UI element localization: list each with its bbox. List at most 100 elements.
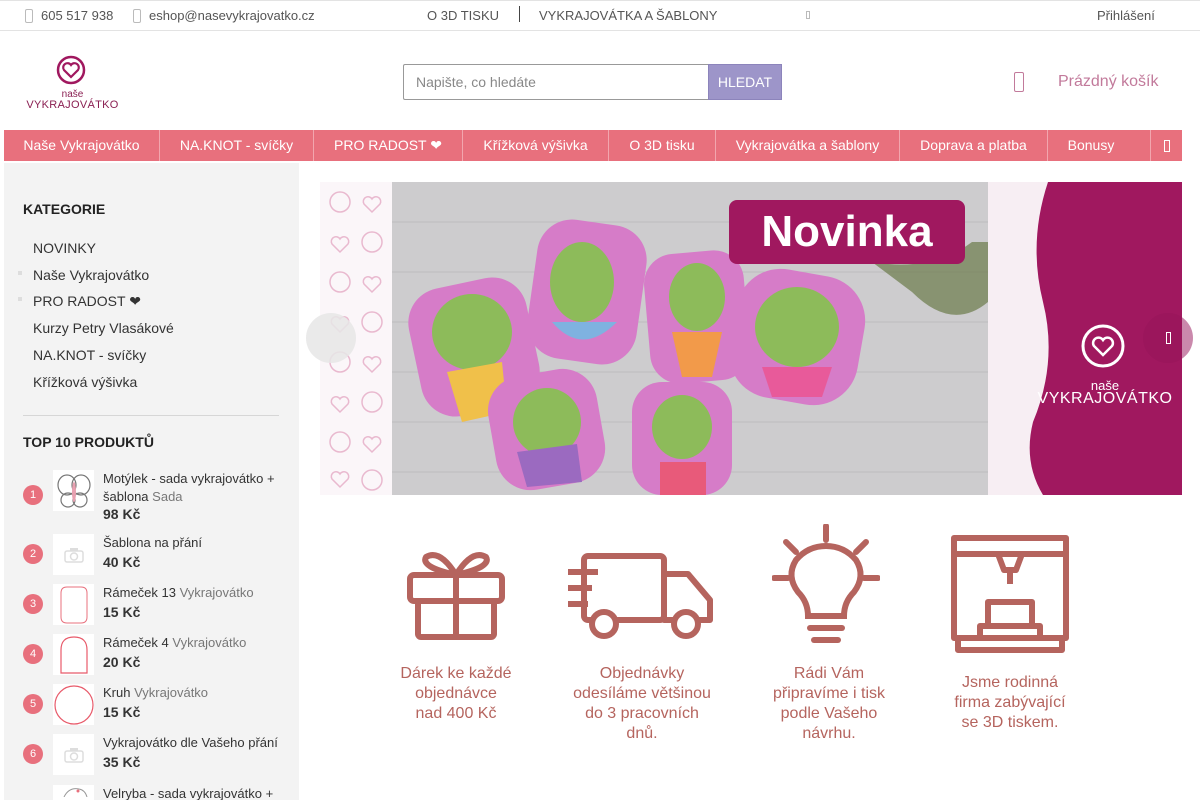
email-address: eshop@nasevykrajovatko.cz — [149, 8, 315, 23]
benefit-gift: Dárek ke každé objednávce nad 400 Kč — [376, 664, 536, 724]
banner-prev-button[interactable] — [306, 313, 356, 363]
header: naše VYKRAJOVÁTKO HLEDAT Prázdný košík — [0, 32, 1200, 130]
top-product-item[interactable]: 5 Kruh Vykrajovátko 15 Kč — [23, 684, 293, 730]
toplink-3d-tisk[interactable]: O 3D TISKU — [427, 8, 499, 23]
rank-badge: 3 — [23, 594, 43, 614]
nav-item-o-3d-tisku[interactable]: O 3D tisku — [609, 130, 716, 161]
toplink-label: VYKRAJOVÁTKA A ŠABLONY — [539, 8, 718, 23]
arch-frame-icon — [53, 634, 94, 675]
benefit-line: odesíláme většinou — [573, 685, 711, 702]
benefit-line: nad 400 Kč — [415, 705, 497, 722]
product-title: Velryba - sada vykrajovátko + — [103, 786, 274, 800]
cart[interactable]: Prázdný košík — [1014, 72, 1158, 92]
top-product-item[interactable]: Velryba - sada vykrajovátko + — [23, 785, 293, 800]
category-item-novinky[interactable]: NOVINKY — [33, 240, 96, 256]
login-link[interactable]: Přihlášení — [1097, 8, 1155, 23]
search-input[interactable] — [403, 64, 709, 100]
rank-badge: 4 — [23, 644, 43, 664]
expand-icon[interactable] — [18, 297, 22, 301]
benefit-line: návrhu. — [802, 725, 856, 742]
menu-icon — [1163, 139, 1170, 152]
top-products-title: TOP 10 PRODUKTŮ — [23, 434, 154, 450]
circle-icon — [53, 684, 94, 725]
product-category: Vykrajovátko — [172, 635, 247, 650]
site-logo[interactable]: naše VYKRAJOVÁTKO — [25, 54, 120, 112]
expand-icon[interactable] — [18, 271, 22, 275]
category-item-naknot[interactable]: NA.KNOT - svíčky — [33, 347, 146, 363]
nav-item-vykrajovatka-sablony[interactable]: Vykrajovátka a šablony — [716, 130, 900, 161]
phone-contact[interactable]: 605 517 938 — [25, 8, 113, 23]
benefit-line: podle Vašeho — [780, 705, 878, 722]
category-item-nase-vykrajovatko[interactable]: Naše Vykrajovátko — [33, 267, 149, 283]
benefit-line: dnů. — [626, 725, 658, 742]
top-product-item[interactable]: 3 Rámeček 13 Vykrajovátko 15 Kč — [23, 584, 293, 630]
nav-item-krizkova-vysivka[interactable]: Křížková výšivka — [463, 130, 609, 161]
product-category: Vykrajovátko — [134, 685, 209, 700]
category-item-krizkova-vysivka[interactable]: Křížková výšivka — [33, 374, 137, 390]
toplink-vykrajovatka[interactable]: VYKRAJOVÁTKA A ŠABLONY — [539, 8, 717, 23]
truck-icon — [568, 552, 716, 647]
camera-icon — [53, 734, 94, 775]
top-product-item[interactable]: 6 Vykrajovátko dle Vašeho přání 35 Kč — [23, 734, 293, 780]
nav-item-pro-radost[interactable]: PRO RADOST ❤ — [314, 130, 463, 161]
product-price: 98 Kč — [103, 506, 141, 522]
butterfly-icon — [53, 470, 94, 511]
product-title: Šablona na přání — [103, 535, 203, 550]
benefit-line: Dárek ke každé — [400, 665, 512, 682]
top-product-item[interactable]: 4 Rámeček 4 Vykrajovátko 20 Kč — [23, 634, 293, 680]
cart-label: Prázdný košík — [1058, 73, 1159, 90]
product-name: Velryba - sada vykrajovátko + — [103, 785, 283, 800]
benefit-custom-print: Rádi Vám připravíme i tisk podle Vašeho … — [749, 664, 909, 744]
main-navigation: Naše Vykrajovátko NA.KNOT - svíčky PRO R… — [4, 130, 1182, 161]
product-name: Kruh Vykrajovátko — [103, 684, 283, 702]
nav-item-nase-vykrajovatko[interactable]: Naše Vykrajovátko — [4, 130, 160, 161]
category-item-kurzy[interactable]: Kurzy Petry Vlasákové — [33, 320, 174, 336]
top-product-item[interactable]: 1 Motýlek - sada vykrajovátko + šablona … — [23, 470, 293, 522]
whale-icon — [53, 785, 94, 800]
cart-icon — [1014, 72, 1024, 92]
nav-more-button[interactable] — [1150, 130, 1182, 161]
product-price: 15 Kč — [103, 604, 141, 620]
product-title: Vykrajovátko dle Vašeho přání — [103, 735, 278, 750]
product-name: Rámeček 13 Vykrajovátko — [103, 584, 283, 602]
benefit-line: Jsme rodinná — [961, 674, 1059, 691]
top-bar: 605 517 938 eshop@nasevykrajovatko.cz O … — [0, 0, 1200, 31]
nav-item-naknot[interactable]: NA.KNOT - svíčky — [160, 130, 314, 161]
camera-icon — [53, 534, 94, 575]
toplink-label: O 3D TISKU — [427, 8, 500, 23]
product-price: 15 Kč — [103, 704, 141, 720]
search-button[interactable]: HLEDAT — [708, 64, 782, 100]
categories-title: KATEGORIE — [23, 201, 106, 217]
product-name: Motýlek - sada vykrajovátko + šablona Sa… — [103, 470, 283, 506]
rank-badge: 1 — [23, 485, 43, 505]
frame-icon — [53, 584, 94, 625]
top-product-item[interactable]: 2 Šablona na přání 40 Kč — [23, 534, 293, 580]
banner-next-button[interactable] — [1143, 313, 1193, 363]
more-links-icon[interactable] — [806, 11, 810, 19]
email-contact[interactable]: eshop@nasevykrajovatko.cz — [133, 8, 315, 23]
product-title: Kruh — [103, 685, 131, 700]
phone-icon — [25, 8, 33, 23]
benefit-line: Objednávky — [599, 665, 685, 682]
category-item-pro-radost[interactable]: PRO RADOST ❤ — [33, 293, 141, 310]
product-price: 35 Kč — [103, 754, 141, 770]
rank-badge: 5 — [23, 694, 43, 714]
product-name: Vykrajovátko dle Vašeho přání — [103, 734, 283, 752]
new-badge: Novinka — [729, 200, 965, 264]
hero-banner[interactable]: Novinka naše VYKRAJOVÁTKO — [320, 182, 1182, 495]
nav-item-bonusy[interactable]: Bonusy — [1048, 130, 1134, 161]
rank-badge: 6 — [23, 744, 43, 764]
brand-line2: VYKRAJOVÁTKO — [1037, 390, 1173, 407]
product-name: Šablona na přání — [103, 534, 283, 552]
login-label: Přihlášení — [1097, 8, 1155, 23]
benefit-line: se 3D tiskem. — [961, 714, 1059, 731]
nav-item-doprava-platba[interactable]: Doprava a platba — [900, 130, 1048, 161]
lightbulb-icon — [771, 523, 881, 657]
product-category: Vykrajovátko — [179, 585, 254, 600]
search-form: HLEDAT — [403, 64, 782, 100]
product-price: 20 Kč — [103, 654, 141, 670]
product-price: 40 Kč — [103, 554, 141, 570]
sidebar: KATEGORIE NOVINKY Naše Vykrajovátko PRO … — [4, 163, 299, 800]
email-icon — [133, 8, 141, 23]
